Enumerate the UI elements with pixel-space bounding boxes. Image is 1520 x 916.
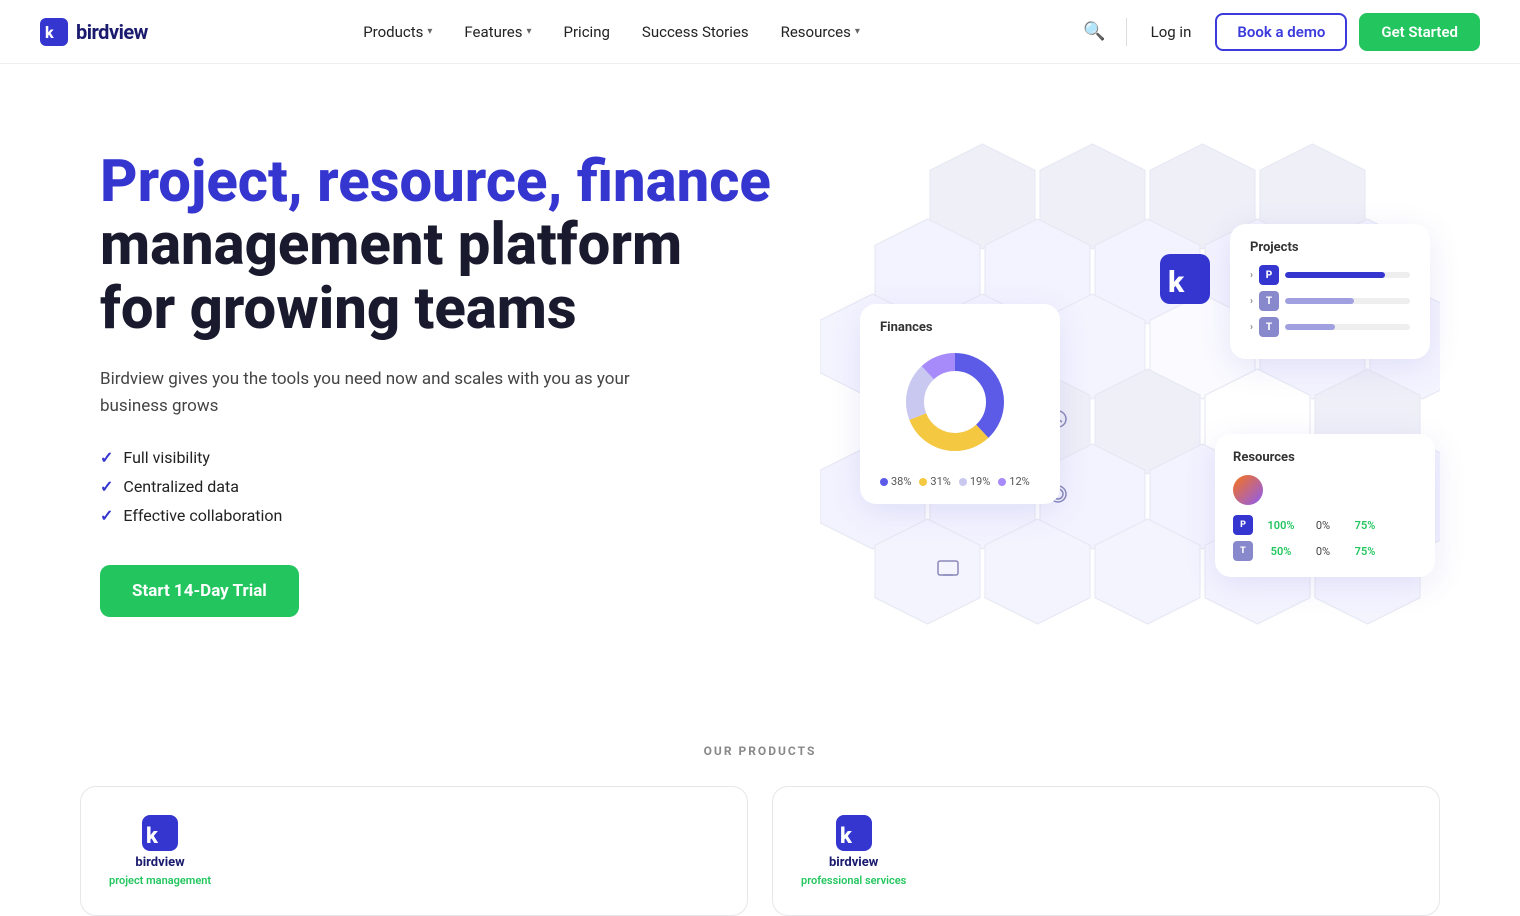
projects-card: Projects › P › T › T <box>1230 224 1430 359</box>
nav-features[interactable]: Features ▾ <box>450 15 545 49</box>
donut-chart <box>900 347 1020 467</box>
navbar: k birdview Products ▾ Features ▾ Pricing… <box>0 0 1520 64</box>
legend-dot <box>959 478 967 486</box>
projects-card-title: Projects <box>1250 240 1410 255</box>
svg-text:k: k <box>840 824 853 849</box>
product-subname: project management <box>109 874 211 887</box>
project-badge-t2: T <box>1259 317 1279 337</box>
nav-links: Products ▾ Features ▾ Pricing Success St… <box>349 15 874 49</box>
project-row: › P <box>1250 265 1410 285</box>
product-card-pm[interactable]: k birdview project management <box>80 786 748 916</box>
product-name: birdview <box>829 855 878 870</box>
chevron-icon: › <box>1250 270 1253 281</box>
chevron-icon: › <box>1250 296 1253 307</box>
project-badge-t: T <box>1259 291 1279 311</box>
project-bar <box>1285 324 1335 330</box>
hero-subtitle: Birdview gives you the tools you need no… <box>100 366 660 420</box>
search-icon: 🔍 <box>1083 21 1105 41</box>
checkmark-icon: ✓ <box>100 477 113 496</box>
product-subname: professional services <box>801 874 906 887</box>
resource-badge-p: P <box>1233 515 1253 535</box>
product-logo-ps: k birdview professional services <box>801 815 906 887</box>
nav-divider <box>1126 18 1127 46</box>
products-section: OUR PRODUCTS k birdview project manageme… <box>0 704 1520 916</box>
nav-right: 🔍 Log in Book a demo Get Started <box>1075 13 1480 51</box>
project-bar <box>1285 272 1385 278</box>
product-name: birdview <box>135 855 184 870</box>
donut-legend: 38% 31% 19% 12% <box>880 475 1040 488</box>
finance-card: Finances 38% <box>860 304 1060 504</box>
svg-text:k: k <box>45 23 54 42</box>
checkmark-icon: ✓ <box>100 448 113 467</box>
book-demo-button[interactable]: Book a demo <box>1215 13 1347 51</box>
project-badge-p: P <box>1259 265 1279 285</box>
products-section-label: OUR PRODUCTS <box>80 744 1440 758</box>
hero-title-part2: management platform <box>100 211 682 279</box>
trial-cta-button[interactable]: Start 14-Day Trial <box>100 565 299 617</box>
nav-products[interactable]: Products ▾ <box>349 15 446 49</box>
check-label: Centralized data <box>123 477 239 496</box>
project-bar <box>1285 298 1354 304</box>
chevron-down-icon: ▾ <box>526 26 531 37</box>
res-val: 75% <box>1347 519 1383 532</box>
get-started-button[interactable]: Get Started <box>1359 13 1480 51</box>
products-grid: k birdview project management k birdview… <box>80 786 1440 916</box>
check-label: Full visibility <box>123 448 210 467</box>
check-full-visibility: ✓ Full visibility <box>100 448 771 467</box>
res-val: 0% <box>1305 545 1341 558</box>
svg-text:k: k <box>1168 265 1185 300</box>
resource-avatar <box>1233 475 1263 505</box>
logo-text: birdview <box>76 20 148 44</box>
svg-text:k: k <box>146 824 159 849</box>
product-icon-ps: k <box>836 815 872 851</box>
res-val: 50% <box>1263 545 1299 558</box>
res-val: 75% <box>1347 545 1383 558</box>
hero-title-colored: Project, resource, finance <box>100 148 771 216</box>
logo-link[interactable]: k birdview <box>40 18 148 46</box>
resources-row: T 50% 0% 75% <box>1233 541 1417 561</box>
chevron-down-icon: ▾ <box>427 26 432 37</box>
donut-label-31: 31% <box>919 475 950 488</box>
donut-label-19: 19% <box>959 475 990 488</box>
resources-card-title: Resources <box>1233 450 1417 465</box>
donut-label-38: 38% <box>880 475 911 488</box>
donut-label-12: 12% <box>998 475 1029 488</box>
res-val: 100% <box>1263 519 1299 532</box>
project-bar-wrap <box>1285 298 1410 304</box>
nav-pricing[interactable]: Pricing <box>550 15 624 49</box>
check-centralized-data: ✓ Centralized data <box>100 477 771 496</box>
resource-badge-t: T <box>1233 541 1253 561</box>
finance-card-title: Finances <box>880 320 1040 335</box>
legend-dot <box>919 478 927 486</box>
resources-row: P 100% 0% 75% <box>1233 515 1417 535</box>
check-effective-collaboration: ✓ Effective collaboration <box>100 506 771 525</box>
project-bar-wrap <box>1285 324 1410 330</box>
project-row: › T <box>1250 291 1410 311</box>
product-icon-pm: k <box>142 815 178 851</box>
hero-section: Project, resource, financemanagement pla… <box>0 64 1520 704</box>
legend-dot <box>880 478 888 486</box>
product-card-ps[interactable]: k birdview professional services <box>772 786 1440 916</box>
product-logo-pm: k birdview project management <box>109 815 211 887</box>
resources-card: Resources P 100% 0% 75% T 50% 0% 75% <box>1215 434 1435 577</box>
logo-icon: k <box>40 18 68 46</box>
hero-title: Project, resource, financemanagement pla… <box>100 151 771 342</box>
nav-resources[interactable]: Resources ▾ <box>767 15 874 49</box>
hero-illustration: k <box>820 124 1440 644</box>
chevron-icon: › <box>1250 322 1253 333</box>
resources-avatar-row <box>1233 475 1417 505</box>
hero-checklist: ✓ Full visibility ✓ Centralized data ✓ E… <box>100 448 771 525</box>
checkmark-icon: ✓ <box>100 506 113 525</box>
chevron-down-icon: ▾ <box>855 26 860 37</box>
nav-success-stories[interactable]: Success Stories <box>628 15 763 49</box>
search-button[interactable]: 🔍 <box>1075 13 1113 50</box>
project-row: › T <box>1250 317 1410 337</box>
hero-content: Project, resource, financemanagement pla… <box>100 151 771 618</box>
res-val: 0% <box>1305 519 1341 532</box>
check-label: Effective collaboration <box>123 506 282 525</box>
legend-dot <box>998 478 1006 486</box>
project-bar-wrap <box>1285 272 1410 278</box>
login-button[interactable]: Log in <box>1139 15 1204 49</box>
hero-title-part3: for growing teams <box>100 275 577 343</box>
